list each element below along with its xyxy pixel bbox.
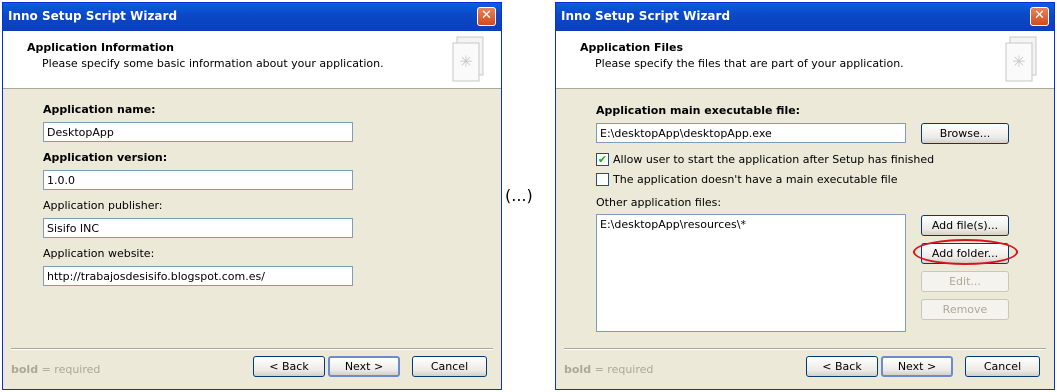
remove-button[interactable]: Remove (921, 299, 1009, 320)
legend-bold: bold (11, 363, 39, 376)
header-title: Application Files (580, 41, 684, 54)
close-icon[interactable]: ✕ (1030, 7, 1049, 26)
footer-divider (11, 348, 493, 350)
publisher-label: Application publisher: (43, 199, 163, 212)
window-title: Inno Setup Script Wizard (561, 9, 731, 23)
header-description: Please specify the files that are part o… (595, 57, 904, 70)
svg-text:✳: ✳ (459, 52, 472, 71)
no-main-exe-label: The application doesn't have a main exec… (613, 173, 898, 186)
window-title: Inno Setup Script Wizard (8, 9, 178, 23)
cancel-button[interactable]: Cancel (965, 356, 1040, 377)
app-name-label: Application name: (43, 103, 156, 116)
back-button[interactable]: < Back (806, 356, 878, 377)
header-title: Application Information (27, 41, 174, 54)
required-legend: bold = required (11, 363, 100, 376)
omitted-steps-indicator: (...) (505, 186, 533, 205)
wizard-header: Application Information Please specify s… (3, 31, 501, 89)
app-name-input[interactable]: DesktopApp (43, 122, 353, 142)
legend-required: = required (591, 363, 654, 376)
svg-text:✳: ✳ (1012, 52, 1025, 71)
app-version-input[interactable]: 1.0.0 (43, 170, 353, 190)
main-exe-input[interactable]: E:\desktopApp\desktopApp.exe (596, 123, 906, 143)
list-item[interactable]: E:\desktopApp\resources\* (600, 218, 902, 231)
add-files-button[interactable]: Add file(s)... (921, 215, 1009, 236)
next-button[interactable]: Next > (881, 356, 953, 377)
website-input[interactable]: http://trabajosdesisifo.blogspot.com.es/ (43, 266, 353, 286)
required-legend: bold = required (564, 363, 653, 376)
wizard-document-icon: ✳ (1005, 36, 1037, 82)
add-folder-button[interactable]: Add folder... (921, 243, 1009, 264)
next-button[interactable]: Next > (328, 356, 400, 377)
cancel-button[interactable]: Cancel (412, 356, 487, 377)
legend-required: = required (38, 363, 101, 376)
app-version-label: Application version: (43, 151, 168, 164)
header-description: Please specify some basic information ab… (42, 57, 384, 70)
legend-bold: bold (564, 363, 592, 376)
wizard-header: Application Files Please specify the fil… (556, 31, 1054, 89)
no-main-exe-checkbox[interactable] (596, 173, 609, 186)
title-bar: Inno Setup Script Wizard ✕ (3, 3, 501, 31)
website-label: Application website: (43, 247, 155, 260)
wizard-window-app-files: Inno Setup Script Wizard ✕ Application F… (555, 2, 1055, 390)
main-exe-label: Application main executable file: (596, 104, 801, 117)
wizard-window-app-info: Inno Setup Script Wizard ✕ Application I… (2, 2, 502, 390)
close-icon[interactable]: ✕ (477, 7, 496, 26)
title-bar: Inno Setup Script Wizard ✕ (556, 3, 1054, 31)
browse-button[interactable]: Browse... (921, 123, 1009, 144)
other-files-list[interactable]: E:\desktopApp\resources\* (596, 214, 906, 332)
back-button[interactable]: < Back (253, 356, 325, 377)
edit-button[interactable]: Edit... (921, 271, 1009, 292)
footer-divider (564, 348, 1046, 350)
other-files-label: Other application files: (596, 196, 722, 209)
allow-start-label: Allow user to start the application afte… (613, 153, 935, 166)
publisher-input[interactable]: Sisifo INC (43, 218, 353, 238)
wizard-document-icon: ✳ (452, 36, 484, 82)
checkbox-checked-icon[interactable]: ✔ (596, 153, 609, 166)
